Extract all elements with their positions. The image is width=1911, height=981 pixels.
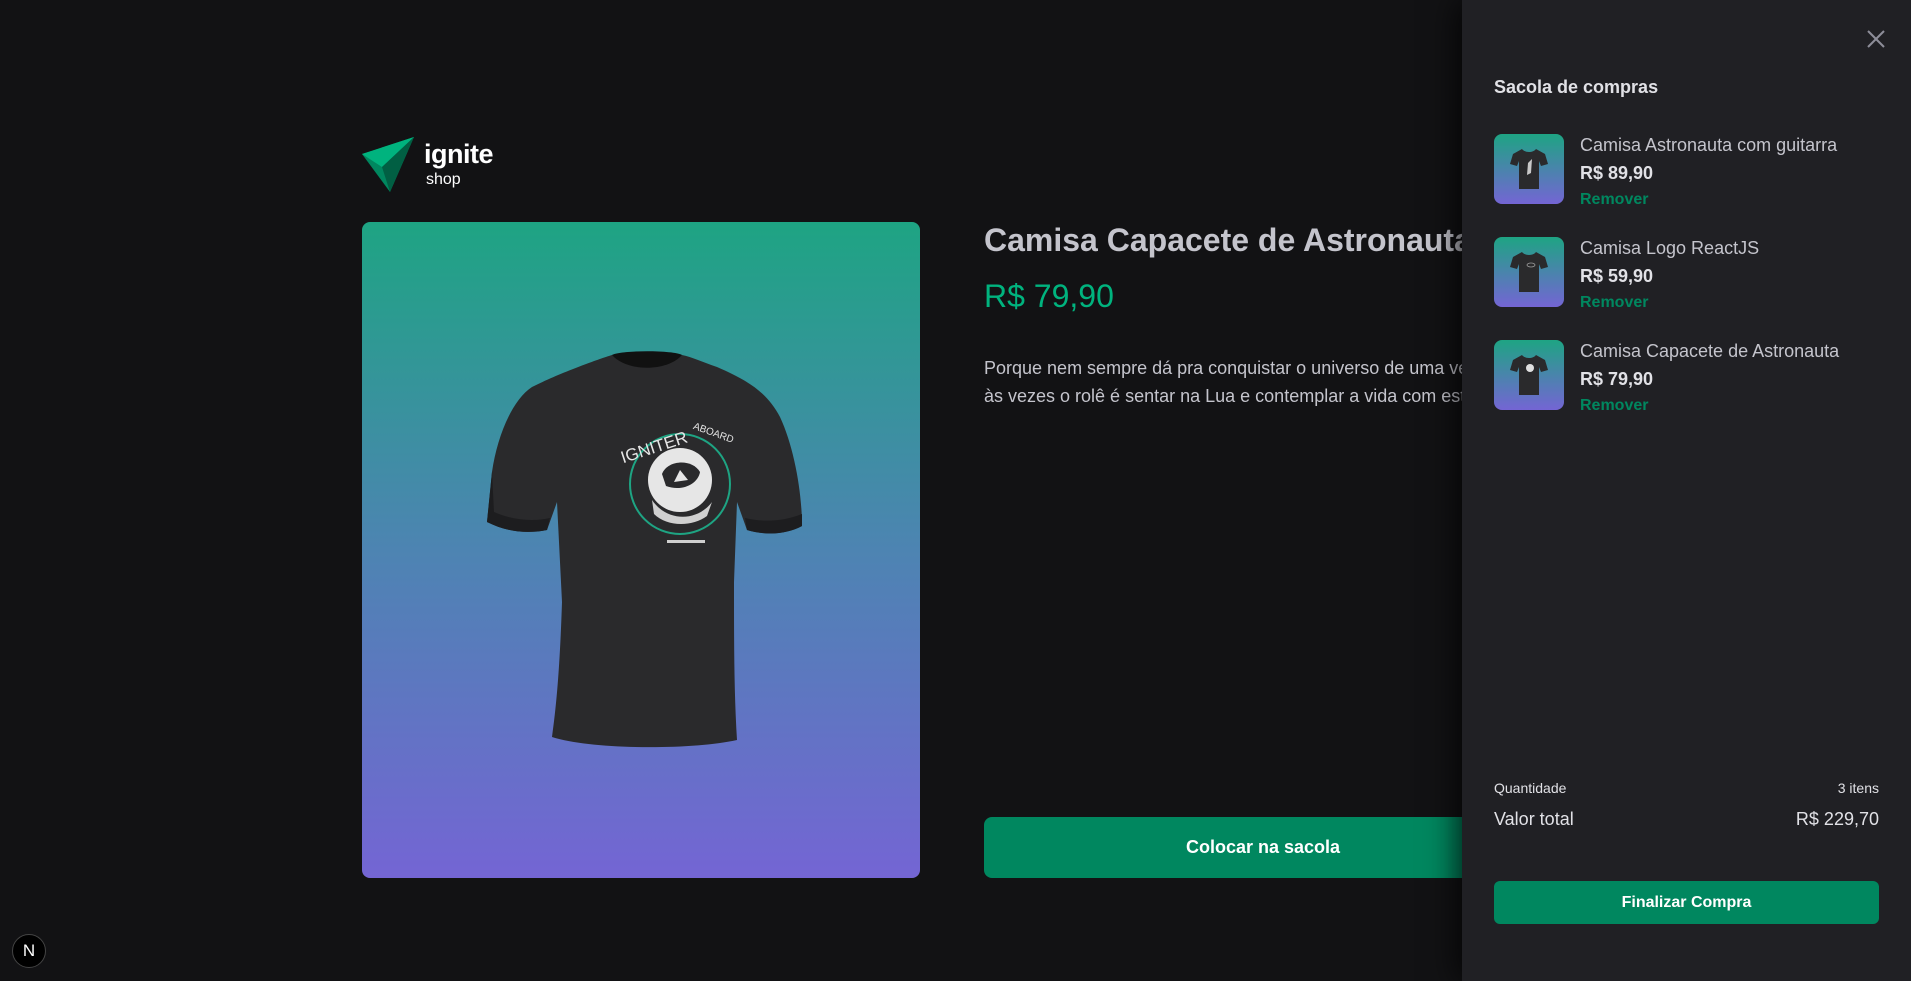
remove-item-button[interactable]: Remover (1580, 191, 1837, 209)
t-shirt-icon (1510, 355, 1548, 395)
total-value: R$ 229,70 (1795, 809, 1879, 829)
quantity-value: 3 itens (1837, 780, 1879, 796)
cart-item-price: R$ 89,90 (1580, 163, 1654, 183)
cart-summary: Quantidade 3 itens Valor total R$ 229,70 (1494, 780, 1879, 830)
checkout-button[interactable]: Finalizar Compra (1494, 881, 1879, 924)
cart-title: Sacola de compras (1494, 77, 1659, 97)
cart-item: Camisa Capacete de Astronauta R$ 79,90 R… (1494, 340, 1879, 443)
quantity-label: Quantidade (1494, 780, 1567, 796)
t-shirt-icon: IGNITER ABOARD (487, 351, 802, 748)
cart-drawer: Sacola de compras Camisa Astronauta com … (1462, 0, 1911, 981)
remove-item-button[interactable]: Remover (1580, 397, 1839, 415)
cart-item: Camisa Astronauta com guitarra R$ 89,90 … (1494, 134, 1879, 237)
brand-name: ignite (424, 139, 494, 169)
remove-item-button[interactable]: Remover (1580, 294, 1759, 312)
add-to-bag-button[interactable]: Colocar na sacola (984, 817, 1542, 878)
t-shirt-icon (1510, 149, 1548, 189)
cart-item: Camisa Logo ReactJS R$ 59,90 Remover (1494, 237, 1879, 340)
cart-item-list: Camisa Astronauta com guitarra R$ 89,90 … (1494, 134, 1879, 443)
cart-item-price: R$ 59,90 (1580, 266, 1654, 286)
cart-item-thumbnail (1494, 134, 1564, 204)
cart-item-name: Camisa Capacete de Astronauta (1580, 341, 1840, 361)
ignite-logo-icon (362, 137, 414, 192)
cart-item-price: R$ 79,90 (1580, 369, 1654, 389)
cart-item-thumbnail (1494, 340, 1564, 410)
nextjs-dev-badge[interactable]: N (12, 934, 46, 968)
cart-item-name: Camisa Astronauta com guitarra (1580, 135, 1838, 155)
brand-logo[interactable]: ignite shop (362, 137, 494, 192)
cart-item-name: Camisa Logo ReactJS (1580, 238, 1760, 258)
close-icon[interactable] (1865, 28, 1887, 50)
product-description: Porque nem sempre dá pra conquistar o un… (984, 358, 1489, 406)
brand-sub: shop (426, 171, 461, 188)
product-image: IGNITER ABOARD (362, 222, 920, 878)
product-title: Camisa Capacete de Astronauta (984, 222, 1472, 258)
total-label: Valor total (1494, 809, 1574, 829)
product-price: R$ 79,90 (984, 278, 1114, 314)
t-shirt-icon (1510, 252, 1548, 292)
cart-item-thumbnail (1494, 237, 1564, 307)
